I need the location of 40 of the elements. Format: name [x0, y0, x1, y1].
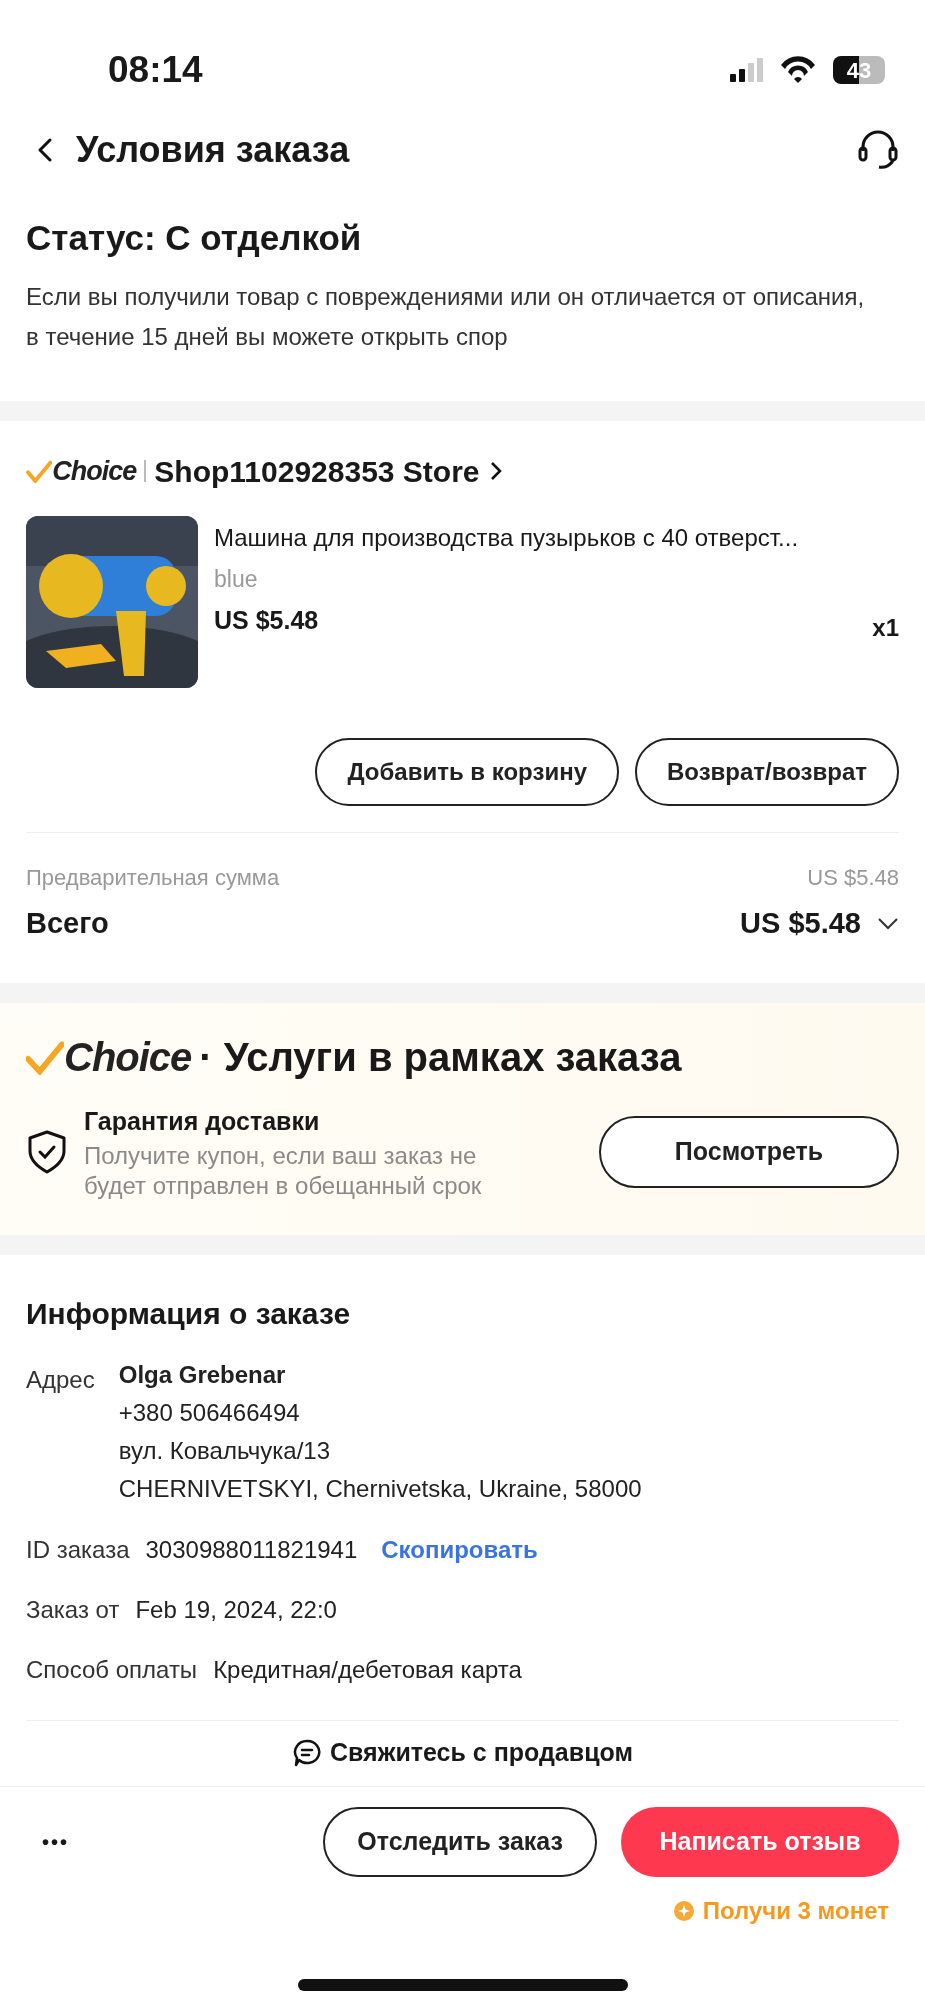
return-button[interactable]: Возврат/возврат: [635, 737, 899, 806]
address-line: CHERNIVETSKYI, Chernivetska, Ukraine, 58000: [118, 1473, 642, 1504]
address-label: Адрес: [26, 1364, 95, 1395]
write-review-button[interactable]: Написать отзыв: [621, 1806, 899, 1877]
guarantee-title: Гарантия доставки: [84, 1106, 321, 1137]
coins-reward: Получи 3 монет: [702, 1895, 889, 1926]
services-title: · Услуги в рамках заказа: [199, 1034, 682, 1081]
page-title: Условия заказа: [76, 128, 350, 172]
battery-icon: 43: [833, 56, 885, 84]
choice-logo: Choice: [26, 1027, 192, 1087]
info-label: Заказ от: [26, 1594, 120, 1625]
status-description: Если вы получили товар с повреждениями или он отличается от описания, в течение 15 дней вы можете открыть спор: [26, 281, 866, 352]
info-value: Кредитная/дебетовая карта: [213, 1654, 522, 1685]
product-quantity: x1: [872, 613, 899, 643]
guarantee-description: Получите купон, если ваш заказ не будет отправлен в обещанный срок: [84, 1140, 483, 1201]
info-label: Способ оплаты: [26, 1654, 198, 1685]
shop-name[interactable]: Shop1102928353 Store: [154, 448, 480, 494]
more-button[interactable]: •••: [42, 1826, 69, 1857]
order-info-title: Информация о заказе: [26, 1295, 352, 1332]
address-line: вул. Ковальчука/13: [118, 1435, 332, 1466]
total-value: US $5.48: [740, 905, 861, 941]
track-order-button[interactable]: Отследить заказ: [323, 1806, 597, 1877]
product-price: US $5.48: [214, 605, 319, 637]
status-title: Статус: С отделкой: [26, 217, 363, 259]
contact-seller-link[interactable]: Свяжитесь с продавцом: [330, 1734, 633, 1772]
info-value: Feb 19, 2024, 22:0: [135, 1594, 337, 1625]
product-title[interactable]: Машина для производства пузырьков с 40 отверст...: [214, 519, 899, 556]
subtotal-label: Предварительная сумма: [26, 863, 280, 892]
info-label: ID заказа: [26, 1534, 130, 1565]
info-value: 3030988011821941: [145, 1534, 358, 1565]
product-variant: blue: [214, 564, 259, 594]
copy-link[interactable]: Скопировать: [381, 1531, 538, 1568]
status-time: 08:14: [108, 48, 203, 93]
total-label: Всего: [26, 905, 109, 941]
add-to-cart-button[interactable]: Добавить в корзину: [315, 737, 619, 806]
choice-logo: Choice: [26, 450, 137, 492]
subtotal-value: US $5.48: [807, 863, 899, 892]
address-line: +380 506466494: [118, 1397, 301, 1428]
recipient-name: Olga Grebenar: [118, 1359, 287, 1390]
view-button[interactable]: Посмотреть: [599, 1115, 899, 1188]
